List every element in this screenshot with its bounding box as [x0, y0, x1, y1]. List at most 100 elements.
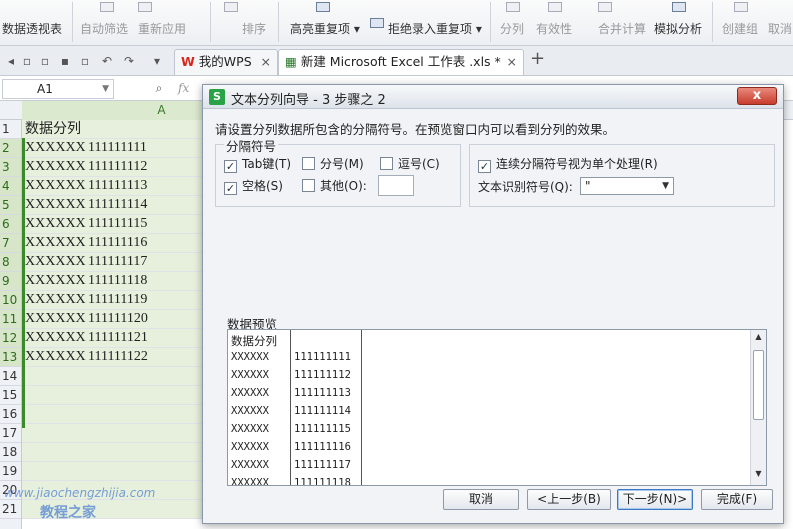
reapply-icon: [138, 2, 152, 12]
sort-label: 排序: [242, 22, 267, 36]
row-header[interactable]: 17: [0, 424, 21, 443]
preview-cell: XXXXXX: [231, 387, 269, 399]
checkbox-box[interactable]: ✓: [224, 160, 237, 173]
print-icon[interactable]: ▪: [58, 54, 72, 68]
row-header[interactable]: 4: [0, 177, 21, 196]
chevron-down-icon[interactable]: ▼: [102, 80, 109, 98]
cell-a[interactable]: XXXXXX: [25, 234, 86, 252]
row-header[interactable]: 3: [0, 158, 21, 177]
semicolon-checkbox-label: 分号(M): [320, 157, 364, 171]
text-qualifier-select[interactable]: " ▼: [580, 177, 674, 195]
customize-toolbar-icon[interactable]: ▾: [150, 54, 164, 68]
row-header[interactable]: 9: [0, 272, 21, 291]
checkbox-box[interactable]: ✓: [224, 182, 237, 195]
preview-cell: XXXXXX: [231, 405, 269, 417]
cell-a-number: 111111117: [88, 254, 148, 269]
checkbox-box[interactable]: ✓: [478, 160, 491, 173]
undo-icon[interactable]: ↶: [100, 54, 114, 68]
text-to-columns-label: 分列: [500, 22, 525, 36]
row-header[interactable]: 15: [0, 386, 21, 405]
space-checkbox[interactable]: ✓ 空格(S): [224, 179, 283, 195]
cell-a-number: 111111113: [88, 178, 148, 193]
other-delimiter-input[interactable]: [378, 175, 414, 196]
cell-a-number: 111111122: [88, 349, 148, 364]
tab-excel-document[interactable]: ▦ 新建 Microsoft Excel 工作表 .xls * ×: [278, 49, 524, 75]
preview-vertical-scrollbar[interactable]: ▲ ▼: [750, 330, 766, 485]
highlight-icon: [316, 2, 330, 12]
print-preview-icon[interactable]: ▫: [78, 54, 92, 68]
create-group-label: 创建组: [722, 22, 759, 36]
row-header[interactable]: 7: [0, 234, 21, 253]
new-tab-icon[interactable]: +: [530, 50, 545, 68]
scroll-down-icon[interactable]: ▼: [751, 469, 766, 483]
export-icon[interactable]: ▫: [38, 54, 52, 68]
comma-checkbox[interactable]: 逗号(C): [380, 157, 440, 171]
preview-cell: XXXXXX: [231, 441, 269, 453]
row-header[interactable]: 16: [0, 405, 21, 424]
cell-a[interactable]: XXXXXX: [25, 272, 86, 290]
row-header[interactable]: 12: [0, 329, 21, 348]
watermark-url: www.jiaochengzhijia.com: [4, 486, 156, 500]
toolbar-collapse-icon[interactable]: ◂: [4, 54, 18, 68]
previous-step-button[interactable]: <上一步(B): [527, 489, 611, 510]
redo-icon[interactable]: ↷: [122, 54, 136, 68]
cell-a[interactable]: XXXXXX: [25, 291, 86, 309]
reject-icon: [370, 18, 384, 28]
tab-checkbox[interactable]: ✓ Tab键(T): [224, 157, 291, 173]
next-step-button[interactable]: 下一步(N)>: [617, 489, 693, 510]
group-icon: [734, 2, 748, 12]
name-box[interactable]: A1 ▼: [2, 79, 114, 99]
finish-button[interactable]: 完成(F): [701, 489, 773, 510]
selection-border: [22, 138, 25, 428]
cell-a[interactable]: XXXXXX: [25, 139, 86, 157]
cell-a[interactable]: XXXXXX: [25, 348, 86, 366]
checkbox-box[interactable]: [302, 179, 315, 192]
cancel-button[interactable]: 取消: [443, 489, 519, 510]
scroll-thumb[interactable]: [753, 350, 764, 420]
tab-my-wps[interactable]: W 我的WPS ×: [174, 49, 278, 75]
cell-a[interactable]: 数据分列: [25, 120, 81, 138]
row-header[interactable]: 14: [0, 367, 21, 386]
row-header[interactable]: 1: [0, 120, 21, 139]
close-tab-icon[interactable]: ×: [507, 50, 517, 74]
preview-cell: 111111115: [294, 423, 351, 435]
highlight-duplicates-label: 高亮重复项 ▾: [290, 22, 360, 36]
data-preview-pane[interactable]: 数据分列 XXXXXX 111111111 XXXXXX 111111112 XXXXXX…: [227, 329, 767, 486]
cell-a[interactable]: XXXXXX: [25, 196, 86, 214]
ribbon-separator: [278, 2, 279, 42]
cell-a[interactable]: XXXXXX: [25, 310, 86, 328]
row-header[interactable]: 6: [0, 215, 21, 234]
semicolon-checkbox[interactable]: 分号(M): [302, 157, 364, 171]
row-header[interactable]: 21: [0, 500, 21, 519]
function-icon[interactable]: fx: [178, 81, 189, 95]
cell-a[interactable]: XXXXXX: [25, 253, 86, 271]
cell-a[interactable]: XXXXXX: [25, 177, 86, 195]
close-button[interactable]: x: [737, 87, 777, 105]
delimiters-group: 分隔符号 ✓ Tab键(T) 分号(M) 逗号(C) ✓ 空格(S) 其他(O):: [215, 136, 461, 207]
search-icon[interactable]: ⌕: [152, 81, 166, 95]
row-header[interactable]: 11: [0, 310, 21, 329]
consecutive-delimiters-checkbox[interactable]: ✓ 连续分隔符号视为单个处理(R): [478, 157, 658, 173]
cell-a-number: 111111112: [88, 159, 148, 174]
checkbox-box[interactable]: [380, 157, 393, 170]
row-header[interactable]: 5: [0, 196, 21, 215]
row-header[interactable]: 19: [0, 462, 21, 481]
preview-cell: 111111118: [294, 477, 351, 486]
cell-a-number: 111111115: [88, 216, 148, 231]
row-header[interactable]: 13: [0, 348, 21, 367]
consecutive-delimiters-label: 连续分隔符号视为单个处理(R): [496, 157, 658, 171]
row-header[interactable]: 2: [0, 139, 21, 158]
other-checkbox[interactable]: 其他(O):: [302, 179, 367, 193]
row-header[interactable]: 18: [0, 443, 21, 462]
cell-a[interactable]: XXXXXX: [25, 158, 86, 176]
row-header[interactable]: 8: [0, 253, 21, 272]
row-header[interactable]: 10: [0, 291, 21, 310]
cell-a[interactable]: XXXXXX: [25, 329, 86, 347]
preview-cell: 数据分列: [231, 334, 277, 348]
consolidate-icon: [598, 2, 612, 12]
scroll-up-icon[interactable]: ▲: [751, 332, 766, 346]
checkbox-box[interactable]: [302, 157, 315, 170]
save-icon[interactable]: ▫: [20, 54, 34, 68]
close-tab-icon[interactable]: ×: [261, 50, 271, 74]
cell-a[interactable]: XXXXXX: [25, 215, 86, 233]
